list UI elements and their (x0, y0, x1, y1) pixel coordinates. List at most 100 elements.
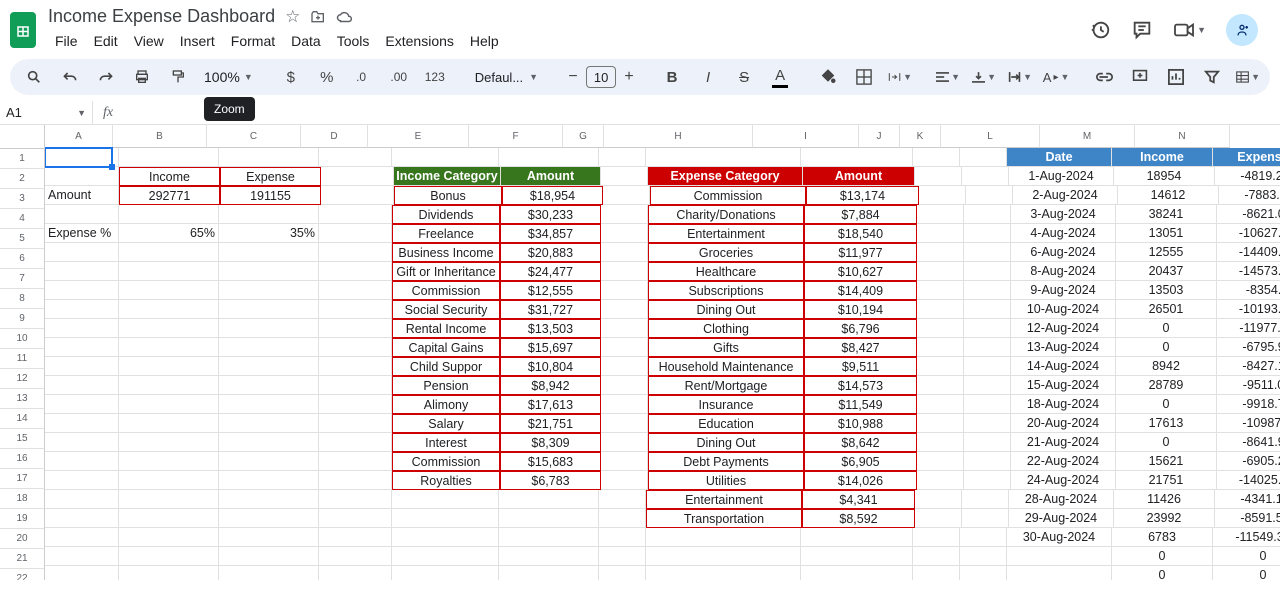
cell[interactable] (219, 262, 319, 281)
cell[interactable] (917, 319, 964, 338)
cell[interactable] (601, 300, 648, 319)
cell[interactable]: $10,627 (804, 262, 917, 281)
cell[interactable] (801, 528, 913, 547)
comment-icon[interactable] (1131, 19, 1153, 41)
cell[interactable] (219, 300, 319, 319)
cell[interactable] (319, 357, 392, 376)
cell[interactable] (599, 148, 646, 167)
cell[interactable]: $13,174 (806, 186, 919, 205)
rotate-icon[interactable]: A▸▼ (1040, 63, 1072, 91)
column-header[interactable]: D (301, 125, 368, 148)
cell[interactable] (601, 319, 648, 338)
cell[interactable]: Expense (220, 167, 321, 186)
cell[interactable]: Dining Out (648, 433, 804, 452)
document-title[interactable]: Income Expense Dashboard (48, 6, 275, 27)
cell[interactable]: Debt Payments (648, 452, 804, 471)
cell[interactable] (962, 167, 1009, 186)
cell[interactable]: Expense (1213, 148, 1280, 167)
cell[interactable] (392, 566, 499, 580)
cell[interactable] (119, 395, 219, 414)
print-icon[interactable] (126, 63, 158, 91)
format-123-icon[interactable]: 123 (419, 63, 451, 91)
cell[interactable]: 12-Aug-2024 (1011, 319, 1116, 338)
cloud-icon[interactable] (336, 9, 354, 25)
insert-chart-icon[interactable] (1160, 63, 1192, 91)
cell[interactable] (219, 509, 319, 528)
cell[interactable] (917, 433, 964, 452)
cell[interactable] (601, 452, 648, 471)
cell[interactable] (917, 471, 964, 490)
cell[interactable] (917, 452, 964, 471)
grid-area[interactable]: ABCDEFGHIJKLMN DateIncomeExpenseIncomeEx… (45, 125, 1280, 580)
increase-decimal-icon[interactable]: .00 (383, 63, 415, 91)
cell[interactable] (45, 148, 119, 167)
cell[interactable] (964, 395, 1011, 414)
cell[interactable] (601, 414, 648, 433)
cell[interactable] (392, 148, 499, 167)
cell[interactable]: 29-Aug-2024 (1009, 509, 1114, 528)
cell[interactable] (319, 376, 392, 395)
cell[interactable] (319, 414, 392, 433)
cell[interactable]: -8621.08 (1217, 205, 1280, 224)
cell[interactable] (801, 566, 913, 580)
cell[interactable] (601, 433, 648, 452)
cell[interactable] (917, 205, 964, 224)
cell[interactable]: -8427.12 (1217, 357, 1280, 376)
cell[interactable]: Amount (501, 167, 601, 186)
cell[interactable] (601, 281, 648, 300)
cell[interactable] (319, 566, 392, 580)
cell[interactable] (960, 528, 1007, 547)
cell[interactable] (964, 452, 1011, 471)
cell[interactable] (599, 490, 646, 509)
cell[interactable] (45, 319, 119, 338)
cell[interactable]: Child Suppor (392, 357, 500, 376)
cell[interactable] (319, 395, 392, 414)
cell[interactable] (499, 566, 599, 580)
cell[interactable] (964, 338, 1011, 357)
row-header[interactable]: 16 (0, 449, 45, 469)
cell[interactable] (601, 262, 648, 281)
cell[interactable] (917, 224, 964, 243)
cell[interactable]: 22-Aug-2024 (1011, 452, 1116, 471)
cell[interactable] (646, 547, 801, 566)
cell[interactable] (219, 566, 319, 580)
cell[interactable] (119, 338, 219, 357)
cell[interactable]: 26501 (1116, 300, 1217, 319)
cell[interactable] (219, 281, 319, 300)
sheets-logo[interactable] (10, 12, 36, 48)
cell[interactable] (119, 205, 219, 224)
row-header[interactable]: 2 (0, 169, 45, 189)
decrease-decimal-icon[interactable]: .0 (347, 63, 379, 91)
cell[interactable] (45, 566, 119, 580)
cell[interactable]: $8,309 (500, 433, 601, 452)
cell[interactable] (219, 243, 319, 262)
cell[interactable] (219, 148, 319, 167)
cell[interactable] (219, 376, 319, 395)
cell[interactable]: $13,503 (500, 319, 601, 338)
undo-icon[interactable] (54, 63, 86, 91)
cell[interactable] (45, 357, 119, 376)
cell[interactable]: 14-Aug-2024 (1011, 357, 1116, 376)
cell[interactable]: Business Income (392, 243, 500, 262)
cell[interactable]: 15-Aug-2024 (1011, 376, 1116, 395)
cell[interactable] (601, 357, 648, 376)
filter-icon[interactable] (1196, 63, 1228, 91)
cell[interactable]: Household Maintenance (648, 357, 804, 376)
cell[interactable] (319, 281, 392, 300)
cell[interactable]: 0 (1213, 547, 1280, 566)
cell[interactable]: Alimony (392, 395, 500, 414)
cell[interactable]: $10,194 (804, 300, 917, 319)
cell[interactable]: 9-Aug-2024 (1011, 281, 1116, 300)
link-icon[interactable] (1088, 63, 1120, 91)
cell[interactable]: $18,954 (502, 186, 603, 205)
cell[interactable]: $12,555 (500, 281, 601, 300)
borders-icon[interactable] (848, 63, 880, 91)
cell[interactable]: Subscriptions (648, 281, 804, 300)
search-icon[interactable] (18, 63, 50, 91)
menu-help[interactable]: Help (463, 29, 506, 53)
cell[interactable] (599, 509, 646, 528)
column-header[interactable]: K (900, 125, 941, 148)
cell[interactable] (45, 490, 119, 509)
v-align-icon[interactable]: ▼ (968, 63, 1000, 91)
cell[interactable] (119, 414, 219, 433)
